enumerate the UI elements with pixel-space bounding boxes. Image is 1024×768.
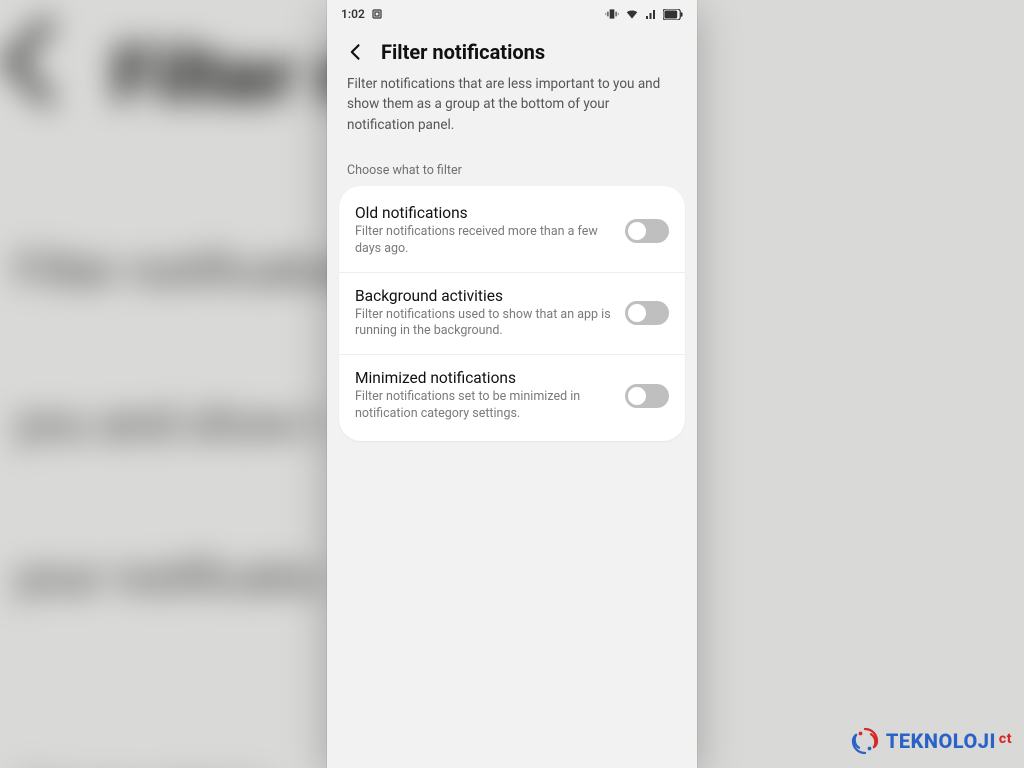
filter-title: Old notifications [355,204,615,222]
filter-subtitle: Filter notifications set to be minimized… [355,389,615,423]
vibrate-icon [605,7,619,21]
screenshot-icon [371,8,383,20]
battery-indicator [663,9,683,20]
page-title: Filter notifications [381,40,545,64]
wifi-icon [625,7,639,21]
page-description: Filter notifications that are less impor… [327,70,697,149]
filter-row-minimized-notifications[interactable]: Minimized notifications Filter notificat… [339,354,685,437]
back-button[interactable] [345,41,367,63]
status-time: 1:02 [341,7,365,21]
toggle-minimized-notifications[interactable] [625,384,669,408]
phone-frame: 1:02 Filter notifications Filter notific… [327,0,697,768]
filter-subtitle: Filter notifications used to show that a… [355,307,615,341]
page-header: Filter notifications [327,26,697,70]
toggle-background-activities[interactable] [625,301,669,325]
filter-row-old-notifications[interactable]: Old notifications Filter notifications r… [339,190,685,272]
status-bar: 1:02 [327,0,697,26]
filter-title: Background activities [355,287,615,305]
filter-subtitle: Filter notifications received more than … [355,224,615,258]
section-label: Choose what to filter [327,149,697,186]
chevron-left-icon [346,42,366,62]
filter-row-background-activities[interactable]: Background activities Filter notificatio… [339,272,685,355]
filter-title: Minimized notifications [355,369,615,387]
signal-icon [645,8,657,20]
filter-card: Old notifications Filter notifications r… [339,186,685,441]
toggle-old-notifications[interactable] [625,219,669,243]
